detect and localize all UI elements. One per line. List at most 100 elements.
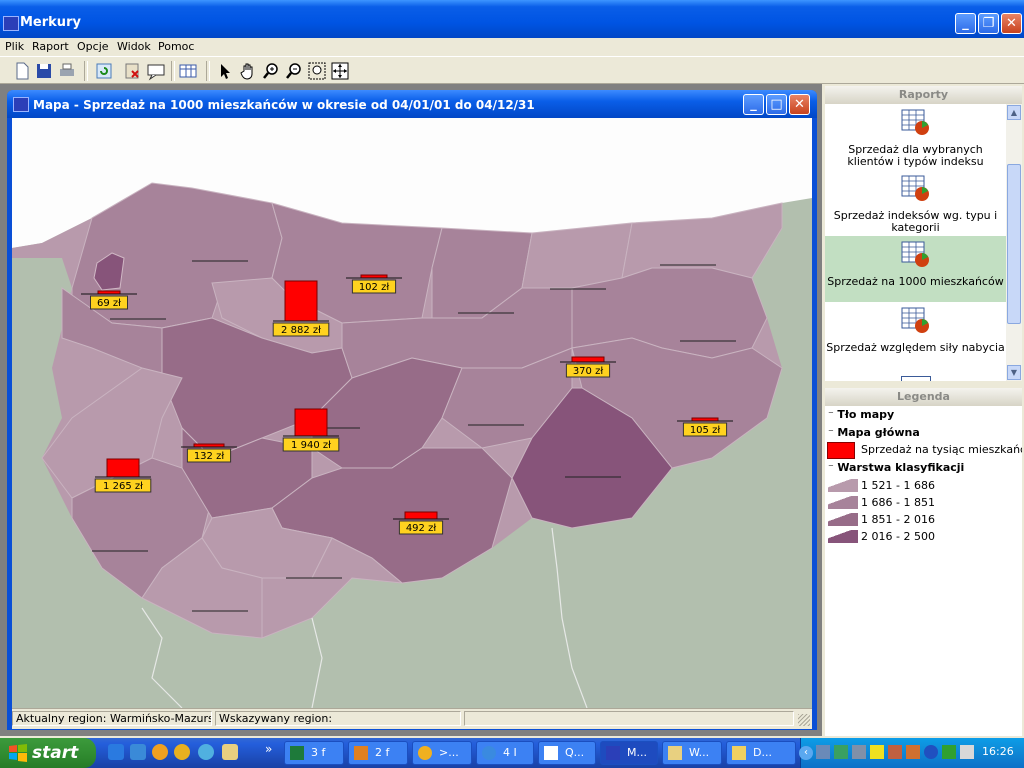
zoom-in-icon[interactable]: [261, 61, 281, 81]
tray-expand-icon[interactable]: ‹: [799, 746, 813, 760]
border-line: [141, 607, 183, 708]
taskbar-item-active[interactable]: M...: [600, 741, 658, 765]
quicklaunch-icon[interactable]: [130, 744, 146, 760]
new-file-icon[interactable]: [12, 61, 32, 81]
bluetooth-icon[interactable]: [924, 745, 938, 759]
report-item[interactable]: Sprzedaż względem siły nabycia: [825, 302, 1006, 368]
report-table-chart-icon: [901, 109, 929, 135]
quicklaunch-icon[interactable]: [152, 744, 168, 760]
taskbar-item[interactable]: W...: [662, 741, 722, 765]
menu-opcje[interactable]: Opcje: [77, 40, 109, 53]
bar-marker[interactable]: [106, 458, 140, 478]
report-table-chart-icon: [901, 241, 929, 267]
legend-panel-header[interactable]: Legenda: [825, 388, 1022, 406]
scroll-down-icon[interactable]: ▼: [1007, 365, 1021, 380]
volume-icon[interactable]: [960, 745, 974, 759]
scroll-thumb[interactable]: [1007, 164, 1021, 324]
taskbar-item[interactable]: >...: [412, 741, 472, 765]
legend-class-swatch: [828, 513, 858, 526]
region-podlaskie-north: [521, 222, 633, 289]
legend-main-map[interactable]: ⁻ Mapa główna: [828, 426, 920, 439]
scroll-up-icon[interactable]: ▲: [1007, 105, 1021, 120]
table-view-icon[interactable]: [178, 61, 198, 81]
border-line: [551, 527, 588, 708]
report-table-chart-icon: [901, 175, 929, 201]
legend-main-map-item: Sprzedaż na tysiąc mieszkańców: [861, 443, 1022, 456]
report-table-chart-icon: [901, 307, 929, 333]
bar-value-label: 370 zł: [573, 366, 604, 377]
report-item-selected[interactable]: Sprzedaż na 1000 mieszkańców: [825, 236, 1006, 302]
app-task-icon: [668, 746, 682, 760]
messenger-icon[interactable]: [198, 744, 214, 760]
taskbar-item[interactable]: Q...: [538, 741, 596, 765]
comment-icon[interactable]: [146, 61, 166, 81]
legend-background-layer[interactable]: ⁻ Tło mapy: [828, 408, 894, 421]
pointer-icon[interactable]: [215, 61, 235, 81]
menu-bar: Plik Raport Opcje Widok Pomoc: [0, 38, 1024, 56]
taskbar-item[interactable]: D...: [726, 741, 796, 765]
map-window-icon[interactable]: [13, 97, 29, 112]
legend-panel: ⁻ Tło mapy ⁻ Mapa główna Sprzedaż na tys…: [825, 406, 1022, 736]
bar-marker[interactable]: [404, 511, 438, 520]
bar-value-label: 1 265 zł: [103, 481, 143, 492]
tray-icon[interactable]: [906, 745, 920, 759]
menu-raport[interactable]: Raport: [32, 40, 69, 53]
close-button[interactable]: ✕: [1001, 13, 1022, 34]
tray-icon[interactable]: [852, 745, 866, 759]
map-minimize-button[interactable]: _: [743, 94, 764, 115]
app-icon[interactable]: [3, 16, 19, 31]
zoom-out-icon[interactable]: [284, 61, 304, 81]
restore-button[interactable]: ❐: [978, 13, 999, 34]
pan-hand-icon[interactable]: [238, 61, 258, 81]
map-canvas[interactable]: 69 zł 2 882 zł 102 zł 370 zł 1 940 zł 132 zł 1…: [12, 118, 812, 708]
taskbar-item[interactable]: 3 f: [284, 741, 344, 765]
quicklaunch-more-icon[interactable]: »: [265, 742, 272, 756]
folder-icon[interactable]: [222, 744, 238, 760]
media-player-icon[interactable]: [174, 744, 190, 760]
report-item-label: Sprzedaż dla wybranych klientów i typów …: [847, 143, 984, 168]
delete-report-icon[interactable]: [123, 61, 143, 81]
app-task-icon: [354, 746, 368, 760]
save-icon[interactable]: [34, 61, 54, 81]
zoom-extent-icon[interactable]: [330, 61, 350, 81]
menu-plik[interactable]: Plik: [5, 40, 24, 53]
map-close-button[interactable]: ✕: [789, 94, 810, 115]
bar-value-label: 1 940 zł: [291, 440, 331, 451]
info-icon[interactable]: [870, 745, 884, 759]
taskbar-item[interactable]: 2 f: [348, 741, 408, 765]
bar-marker[interactable]: [284, 280, 318, 322]
merkury-task-icon: [606, 746, 620, 760]
ie-task-icon: [482, 746, 496, 760]
battery-icon[interactable]: [942, 745, 956, 759]
windows-logo-icon: [9, 744, 27, 762]
bar-marker[interactable]: [294, 408, 328, 437]
legend-class-label: 1 851 - 2 016: [861, 513, 935, 526]
tray-icon[interactable]: [888, 745, 902, 759]
bar-marker[interactable]: [571, 356, 605, 363]
status-bar: Aktualny region: Warmińsko-Mazurskie Wsk…: [12, 708, 812, 729]
refresh-icon[interactable]: [94, 61, 114, 81]
minimize-button[interactable]: _: [955, 13, 976, 34]
legend-classification-layer[interactable]: ⁻ Warstwa klasyfikacji: [828, 461, 964, 474]
menu-widok[interactable]: Widok: [117, 40, 151, 53]
print-icon[interactable]: [57, 61, 77, 81]
menu-pomoc[interactable]: Pomoc: [158, 40, 194, 53]
reports-panel-header[interactable]: Raporty: [825, 86, 1022, 104]
ie-icon[interactable]: [108, 744, 124, 760]
taskbar-item[interactable]: 4 I: [476, 741, 534, 765]
report-item[interactable]: Sprzedaż indeksów wg. typu i kategorii: [825, 170, 1006, 236]
start-button[interactable]: start: [0, 738, 96, 768]
excel-icon: [290, 746, 304, 760]
map-window-title: Mapa - Sprzedaż na 1000 mieszkańców w ok…: [33, 98, 535, 112]
reports-scrollbar[interactable]: ▲ ▼: [1006, 104, 1022, 381]
bar-value-label: 492 zł: [406, 523, 437, 534]
toolbar-separator: [84, 61, 88, 81]
zoom-window-icon[interactable]: [307, 61, 327, 81]
map-maximize-button[interactable]: □: [766, 94, 787, 115]
network-icon[interactable]: [816, 745, 830, 759]
word-icon: [544, 746, 558, 760]
resize-grip[interactable]: [798, 714, 810, 726]
border-line: [311, 617, 323, 708]
report-item[interactable]: Sprzedaż dla wybranych klientów i typów …: [825, 104, 1006, 170]
tray-icon[interactable]: [834, 745, 848, 759]
